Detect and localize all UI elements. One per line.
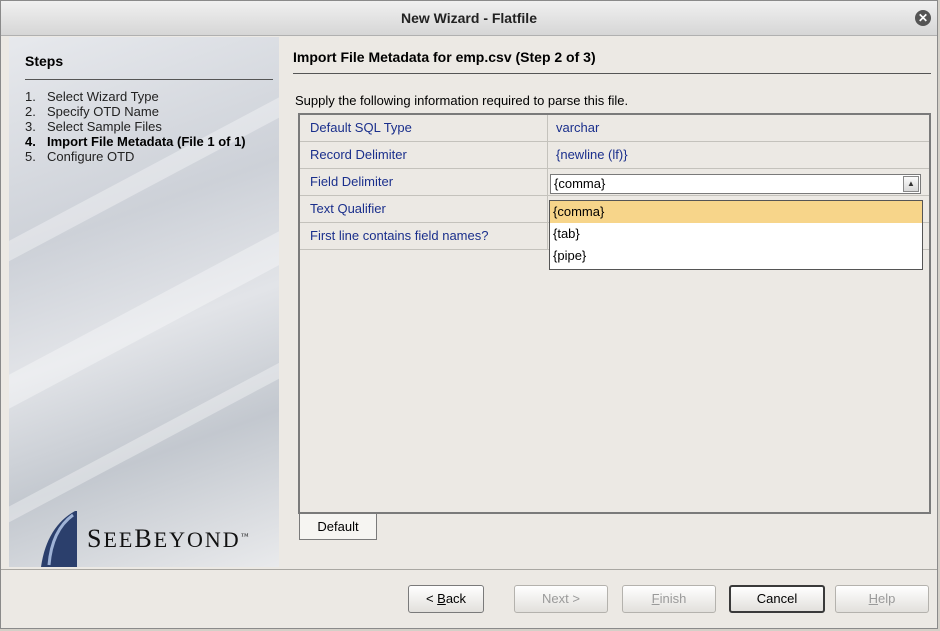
field-delimiter-combo[interactable]: {comma} ▲ [550, 174, 921, 194]
cancel-button[interactable]: Cancel [729, 585, 825, 613]
step-list: 1. Select Wizard Type 2. Specify OTD Name … [25, 89, 275, 164]
delimiter-dropdown-list: {comma} {tab} {pipe} [549, 200, 923, 270]
property-row[interactable]: Record Delimiter {newline (lf)} [300, 142, 929, 169]
property-row[interactable]: Default SQL Type varchar [300, 115, 929, 142]
instructions-text: Supply the following information require… [295, 93, 629, 108]
step-item: 1. Select Wizard Type [25, 89, 159, 104]
property-label: First line contains field names? [300, 223, 548, 249]
window-title: New Wizard - Flatfile [400, 10, 537, 26]
wizard-window: New Wizard - Flatfile ✕ Steps 1. Select W… [0, 0, 938, 629]
tab-default[interactable]: Default [299, 514, 377, 540]
steps-divider [25, 79, 273, 80]
combo-value: {comma} [554, 176, 606, 191]
logo-mark-icon [41, 511, 77, 567]
property-label: Field Delimiter [300, 169, 548, 195]
page-title: Import File Metadata for emp.csv (Step 2… [293, 49, 596, 65]
property-value[interactable]: varchar [548, 115, 929, 141]
dropdown-option[interactable]: {comma} [550, 201, 922, 223]
step-item-current: 4. Import File Metadata (File 1 of 1) [25, 134, 246, 149]
steps-heading: Steps [25, 53, 64, 69]
property-value[interactable]: {newline (lf)} [548, 142, 929, 168]
property-label: Text Qualifier [300, 196, 548, 222]
next-button[interactable]: Next > [514, 585, 608, 613]
dropdown-option[interactable]: {tab} [550, 223, 922, 245]
seebeyond-logo: SEEBEYOND™ [37, 509, 249, 567]
property-label: Record Delimiter [300, 142, 548, 168]
dropdown-option[interactable]: {pipe} [550, 245, 922, 267]
property-label: Default SQL Type [300, 115, 548, 141]
help-button[interactable]: Help [835, 585, 929, 613]
close-icon[interactable]: ✕ [915, 10, 931, 26]
step-item: 2. Specify OTD Name [25, 104, 159, 119]
back-button[interactable]: < Back [408, 585, 484, 613]
logo-wordmark: SEEBEYOND™ [87, 524, 249, 553]
step-item: 5. Configure OTD [25, 149, 135, 164]
title-bar[interactable]: New Wizard - Flatfile ✕ [1, 1, 937, 36]
finish-button[interactable]: Finish [622, 585, 716, 613]
chevron-up-icon[interactable]: ▲ [903, 176, 919, 192]
steps-panel: Steps 1. Select Wizard Type 2. Specify OTD… [9, 37, 279, 567]
step-item: 3. Select Sample Files [25, 119, 162, 134]
title-divider [293, 73, 931, 74]
footer-divider [1, 569, 937, 570]
